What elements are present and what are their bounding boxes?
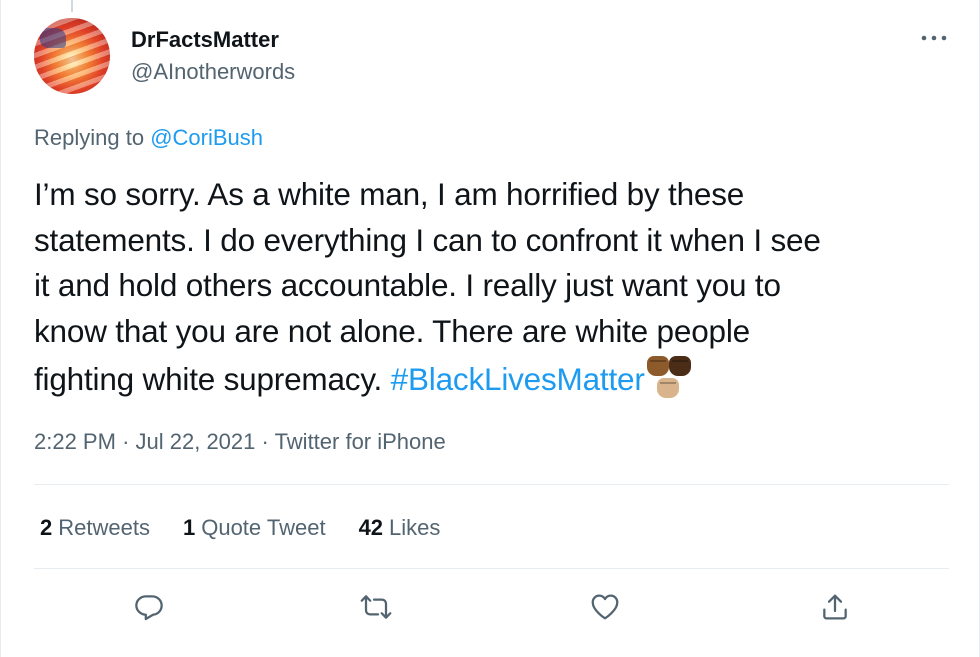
tweet-line: it and hold others accountable. I really… [34,267,781,303]
share-icon [823,594,847,620]
meta-separator: · [122,429,130,454]
tweet-text: I’m so sorry. As a white man, I am horri… [34,172,959,403]
retweets-stat[interactable]: 2 Retweets [40,514,150,542]
likes-label: Likes [389,515,441,540]
tweet-date[interactable]: Jul 22, 2021 [136,429,256,454]
author-handle[interactable]: @AInotherwords [131,59,295,85]
fist-medium-dark-icon [646,356,669,376]
more-dots-icon[interactable] [919,28,949,48]
tweet-stats: 2 Retweets 1 Quote Tweet 42 Likes [40,514,473,542]
replying-to: Replying to @CoriBush [34,124,263,152]
like-button[interactable] [583,585,627,629]
tweet-detail: DrFactsMatter @AInotherwords Replying to… [0,0,980,657]
retweet-button[interactable] [354,585,398,629]
divider [34,568,949,569]
tweet-line: I’m so sorry. As a white man, I am horri… [34,176,745,212]
raised-fists-emoji-icon [645,354,691,400]
action-bar [34,585,949,629]
avatar-flag-canton [40,28,66,48]
tweet-line: know that you are not alone. There are w… [34,312,750,349]
share-button[interactable] [813,585,857,629]
tweet-line: statements. I do everything I can to con… [34,221,821,258]
quotes-label: Quote Tweet [201,515,326,540]
tweet-meta: 2:22 PM · Jul 22, 2021 · Twitter for iPh… [34,428,446,456]
tweet-line-text: fighting white supremacy. [34,361,383,397]
reply-target-link[interactable]: @CoriBush [150,125,263,150]
replying-prefix: Replying to [34,125,145,150]
quote-tweets-stat[interactable]: 1 Quote Tweet [183,514,326,542]
tweet-line: fighting white supremacy. #BlackLivesMat… [34,354,959,403]
avatar[interactable] [34,18,110,94]
fist-medium-light-icon [656,378,679,398]
thread-connector [71,0,73,12]
fist-dark-icon [668,356,691,376]
tweet-time[interactable]: 2:22 PM [34,429,116,454]
heart-icon [591,594,619,620]
likes-stat[interactable]: 42 Likes [359,514,441,542]
retweets-count: 2 [40,515,53,540]
tweet-source[interactable]: Twitter for iPhone [275,429,446,454]
reply-button[interactable] [127,585,171,629]
quotes-count: 1 [182,515,196,540]
retweet-icon [360,595,392,619]
hashtag-link[interactable]: #BlackLivesMatter [391,361,645,397]
reply-icon [135,595,163,621]
author-display-name[interactable]: DrFactsMatter [131,27,279,53]
likes-count: 42 [358,515,384,540]
divider [34,484,949,485]
meta-separator: · [261,429,269,454]
retweets-label: Retweets [58,515,150,540]
